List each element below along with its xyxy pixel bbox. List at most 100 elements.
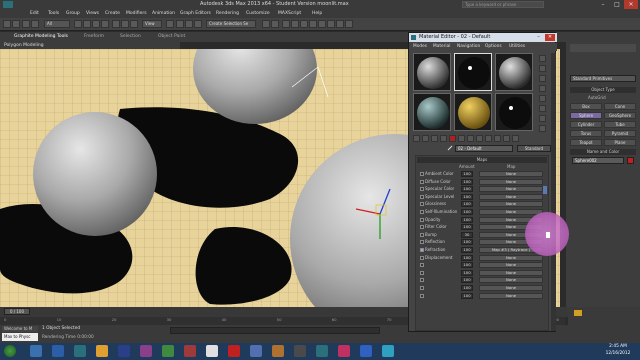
go-to-parent-icon[interactable] [503,135,510,142]
map-amount-spinner[interactable]: 100 [461,262,473,269]
auto-key-icon[interactable] [574,310,582,316]
tube-button[interactable]: Tube [604,121,636,128]
snap-toggle-icon[interactable] [176,20,184,28]
pivot-center-icon[interactable] [166,20,174,28]
assign-to-selection-icon[interactable] [431,135,438,142]
go-forward-icon[interactable] [512,135,519,142]
undo-icon[interactable] [3,20,11,28]
menu-navigation[interactable]: Navigation [457,44,480,49]
app-icon[interactable] [294,345,306,357]
menu-group[interactable]: Group [66,11,80,16]
menu-graph-editors[interactable]: Graph Editors [180,11,211,16]
select-link-icon[interactable] [22,20,30,28]
app-logo-icon[interactable] [3,1,13,8]
menu-views[interactable]: Views [86,11,99,16]
map-amount-spinner[interactable]: 100 [461,247,473,253]
material-slot-active[interactable] [454,53,492,91]
minimize-icon[interactable]: – [535,34,542,41]
maxscript-listener[interactable]: Max to Physc [2,333,38,341]
map-slot-button[interactable]: None [479,178,543,185]
box-button[interactable]: Box [570,103,602,110]
map-enable-checkbox[interactable] [420,202,424,207]
map-amount-spinner[interactable]: 100 [461,171,473,177]
material-slot[interactable] [495,93,533,131]
map-amount-spinner[interactable]: 100 [461,285,473,291]
menu-help[interactable]: Help [312,11,322,16]
map-enable-checkbox[interactable] [420,187,424,192]
material-editor-window[interactable]: Material Editor - 02 - Default – ✕ Modes… [408,32,557,332]
map-row[interactable]: 100 None [419,277,545,284]
tab-freeform[interactable]: Freeform [84,34,104,39]
map-row[interactable]: Refraction 100 Map #3 ( Raytrace ) [419,247,545,254]
coordinate-fields[interactable] [170,327,380,334]
name-and-color-rollout[interactable]: Name and Color [570,149,636,155]
map-enable-checkbox[interactable] [420,217,424,222]
background-icon[interactable] [539,75,546,82]
delete-icon[interactable] [449,135,456,142]
app-icon[interactable] [382,345,394,357]
geosphere-button[interactable]: GeoSphere [604,112,636,119]
menu-rendering[interactable]: Rendering [216,11,239,16]
render-production-icon[interactable] [345,20,353,28]
map-amount-spinner[interactable]: 100 [461,239,473,246]
rendered-frame-icon[interactable] [336,20,344,28]
map-slot-button[interactable]: None [479,292,543,299]
app-icon[interactable] [228,345,240,357]
map-row[interactable]: Specular Level 100 None [419,193,545,201]
menu-modifiers[interactable]: Modifiers [126,11,147,16]
map-row[interactable]: Ambient Color 100 None [419,171,545,178]
map-row[interactable]: 100 None [419,262,545,269]
map-slot-button[interactable]: None [479,186,543,193]
make-preview-icon[interactable] [539,105,546,112]
eyedropper-icon[interactable] [447,145,453,151]
ie-icon[interactable] [52,345,64,357]
map-slot-button[interactable]: None [479,254,543,261]
material-id-icon[interactable] [476,135,483,142]
map-enable-checkbox[interactable] [420,255,424,260]
map-enable-checkbox[interactable] [420,248,424,252]
select-object-icon[interactable] [74,20,82,28]
sample-type-icon[interactable] [539,55,546,62]
material-slot[interactable] [454,93,492,131]
command-panel-tabs[interactable] [570,44,636,52]
map-slot-button[interactable]: None [479,171,543,177]
backlight-icon[interactable] [539,65,546,72]
map-slot-button[interactable]: None [479,262,543,269]
map-amount-spinner[interactable]: 30 [461,231,473,238]
unlink-icon[interactable] [31,20,39,28]
map-row[interactable]: Glossiness 100 None [419,201,545,208]
scale-icon[interactable] [130,20,138,28]
map-amount-spinner[interactable]: 100 [461,216,473,223]
tab-object-paint[interactable]: Object Paint [158,34,185,39]
map-slot-button[interactable]: None [479,285,543,291]
minimize-icon[interactable]: – [596,0,610,9]
polygon-modeling-label[interactable]: Polygon Modeling [4,43,44,48]
map-slot-button[interactable]: None [479,201,543,208]
redo-icon[interactable] [12,20,20,28]
app-icon[interactable] [206,345,218,357]
menu-options[interactable]: Options [485,44,502,49]
app-icon[interactable] [250,345,262,357]
tab-graphite-modeling-tools[interactable]: Graphite Modeling Tools [14,34,68,39]
menu-modes[interactable]: Modes [413,44,427,49]
time-slider-thumb[interactable]: 0 / 100 [4,308,30,315]
mirror-icon[interactable] [262,20,270,28]
map-amount-spinner[interactable]: 100 [461,201,473,208]
align-icon[interactable] [271,20,279,28]
menu-animation[interactable]: Animation [152,11,175,16]
show-end-result-icon[interactable] [494,135,501,142]
tab-selection[interactable]: Selection [120,34,141,39]
menu-create[interactable]: Create [105,11,120,16]
move-icon[interactable] [112,20,120,28]
map-enable-checkbox[interactable] [420,278,424,283]
angle-snap-icon[interactable] [185,20,193,28]
cylinder-button[interactable]: Cylinder [570,121,602,128]
rotate-icon[interactable] [121,20,129,28]
show-map-icon[interactable] [485,135,492,142]
maximize-icon[interactable]: □ [610,0,624,9]
search-input[interactable]: Type a keyword or phrase [462,1,544,8]
named-selection-sets-dropdown[interactable]: Create Selection Se [206,20,256,28]
app-icon[interactable] [184,345,196,357]
3dsmax-icon[interactable] [74,345,86,357]
menu-material[interactable]: Material [433,44,450,49]
